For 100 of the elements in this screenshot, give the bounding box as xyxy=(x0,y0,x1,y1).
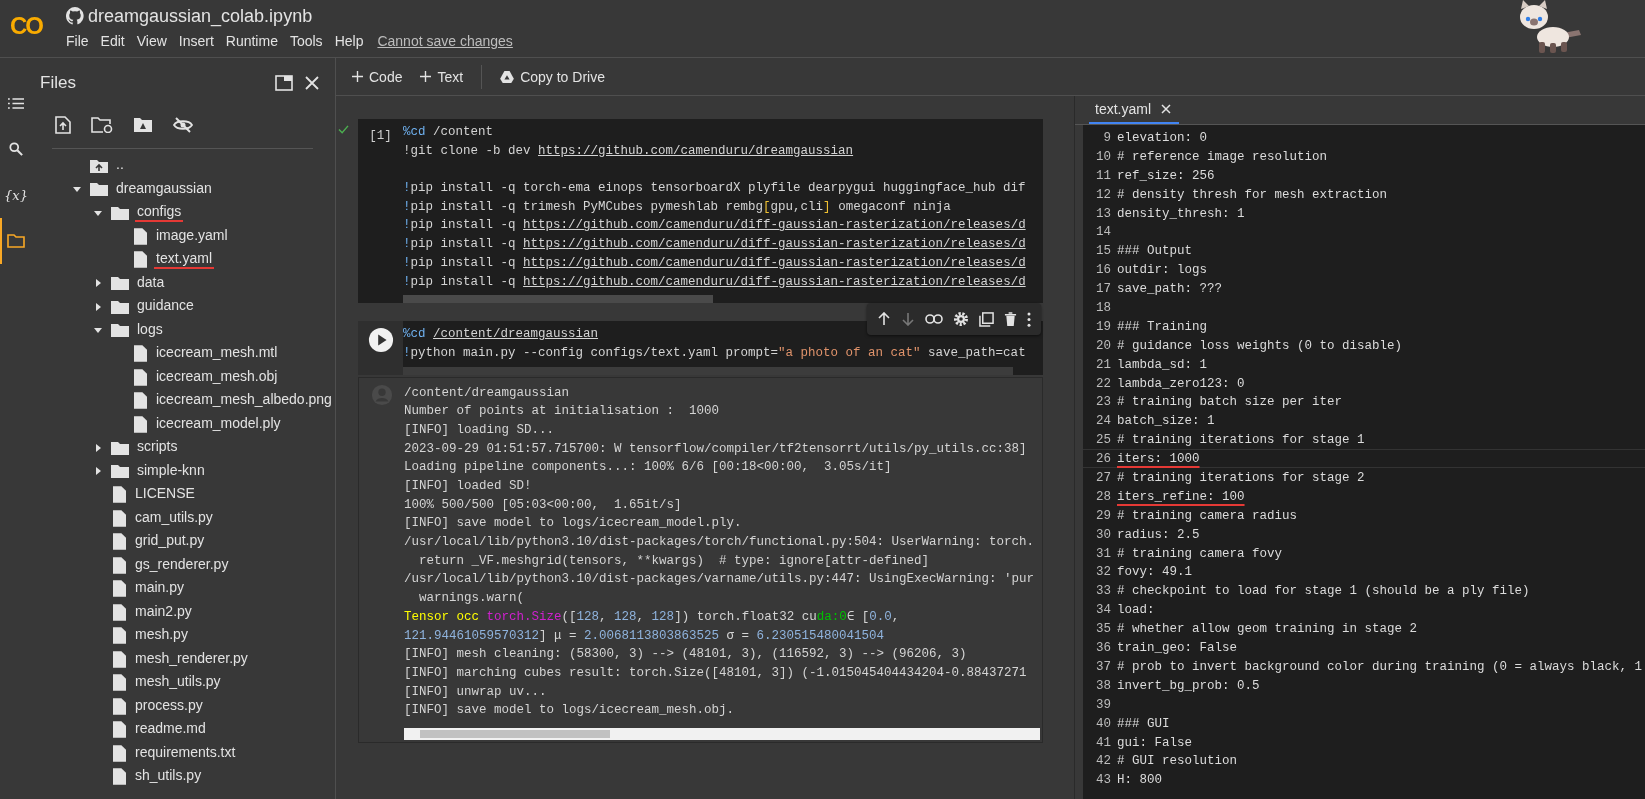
copy-icon[interactable] xyxy=(979,311,994,327)
output-line: return _VF.meshgrid(tensors, **kwargs) # type: ignore[attr-defined] xyxy=(418,552,931,570)
file-tree-item[interactable]: mesh_renderer.py xyxy=(133,649,250,669)
file-tree-item[interactable]: data xyxy=(135,273,167,293)
line-number: 21 xyxy=(1095,356,1112,373)
save-notice-link[interactable]: Cannot save changes xyxy=(377,33,513,49)
file-tree-item[interactable]: requirements.txt xyxy=(133,743,238,763)
caret-icon[interactable] xyxy=(94,302,102,311)
file-tree-item[interactable]: grid_put.py xyxy=(133,532,207,552)
folder-icon[interactable] xyxy=(7,234,25,248)
menu-icon[interactable] xyxy=(8,96,24,110)
code-line: invert_bg_prob: 0.5 xyxy=(1117,677,1260,694)
move-down-icon[interactable] xyxy=(901,312,915,327)
settings-icon[interactable] xyxy=(953,311,969,328)
caret-icon[interactable] xyxy=(94,467,102,476)
refresh-folder-icon[interactable] xyxy=(91,117,113,133)
code-line: elevation: 0 xyxy=(1117,130,1207,146)
caret-icon[interactable] xyxy=(94,279,102,288)
code-line: ### GUI xyxy=(1117,715,1170,732)
move-up-icon[interactable] xyxy=(877,312,891,327)
file-tree-item[interactable]: process.py xyxy=(133,696,205,716)
colab-logo[interactable]: CO xyxy=(10,10,52,42)
line-number: 20 xyxy=(1095,337,1112,354)
popout-icon[interactable] xyxy=(275,75,293,91)
file-tree-item[interactable]: guidance xyxy=(135,297,196,317)
variables-tab[interactable]: {x} xyxy=(4,187,28,203)
file-tree-item[interactable]: LICENSE xyxy=(133,485,197,505)
close-icon[interactable] xyxy=(1161,104,1171,114)
search-icon[interactable] xyxy=(9,142,23,156)
file-tree-item[interactable]: dreamgaussian xyxy=(114,179,214,199)
line-number: 19 xyxy=(1095,318,1112,335)
add-cell-button[interactable]: Text xyxy=(414,63,470,90)
caret-icon[interactable] xyxy=(94,326,102,335)
drive-folder-icon[interactable] xyxy=(133,117,153,133)
file-tree-item[interactable]: configs xyxy=(135,203,184,223)
menu-item[interactable]: Insert xyxy=(178,33,214,49)
file-tree-item[interactable]: icecream_mesh.mtl xyxy=(154,344,280,364)
file-tree-item[interactable]: logs xyxy=(135,320,165,340)
file-tree-item[interactable]: icecream_mesh.obj xyxy=(154,367,280,387)
output-line: [INFO] loading SD... xyxy=(404,421,556,439)
drive-icon xyxy=(500,70,515,83)
file-tree-item[interactable]: cam_utils.py xyxy=(133,508,215,528)
output-line: 121.94461059570312] μ = 2.0068113803863525 σ = 6.230515480041504 xyxy=(404,627,886,645)
code-line: ref_size: 256 xyxy=(1117,167,1215,184)
horizontal-scrollbar[interactable] xyxy=(404,727,1040,740)
file-tree-item[interactable]: scripts xyxy=(135,438,180,458)
file-tree-item[interactable]: mesh.py xyxy=(133,626,190,646)
hidden-eye-icon[interactable] xyxy=(173,117,193,133)
link-icon[interactable] xyxy=(925,314,943,325)
file-tree-item[interactable]: text.yaml xyxy=(154,250,214,270)
line-number: 22 xyxy=(1095,375,1112,392)
caret-icon[interactable] xyxy=(94,443,102,452)
menu-item[interactable]: View xyxy=(136,33,167,49)
file-tree-item[interactable]: readme.md xyxy=(133,720,208,740)
delete-icon[interactable] xyxy=(1004,311,1017,327)
file-icon xyxy=(113,744,126,762)
file-tree-item[interactable]: simple-knn xyxy=(135,461,207,481)
code-line: !pip install -q https://github.com/camenduru/diff-gaussian-rasterization/releases/d xyxy=(403,254,1027,272)
file-icon xyxy=(113,697,126,715)
upload-icon[interactable] xyxy=(55,116,71,134)
menu-item[interactable]: Tools xyxy=(289,33,323,49)
horizontal-scrollbar[interactable] xyxy=(403,366,1013,375)
file-icon xyxy=(113,509,126,527)
code-line: ### Training xyxy=(1117,318,1207,335)
close-icon[interactable] xyxy=(305,76,319,90)
run-button[interactable] xyxy=(367,327,394,354)
more-icon[interactable] xyxy=(1027,311,1031,327)
file-tree-item[interactable]: sh_utils.py xyxy=(133,767,204,787)
menu-item[interactable]: Edit xyxy=(100,33,125,49)
code-line: # whether allow geom training in stage 2 xyxy=(1117,621,1418,638)
menu-item[interactable]: Runtime xyxy=(225,33,278,49)
line-number: 14 xyxy=(1095,224,1112,241)
file-tree-item[interactable]: icecream_mesh_albedo.png xyxy=(154,391,334,411)
add-cell-button[interactable]: Code xyxy=(346,63,409,90)
file-tree-item[interactable]: image.yaml xyxy=(154,226,230,246)
file-icon xyxy=(113,580,126,598)
output-line: [INFO] save model to logs/icecream_model.ply. xyxy=(404,515,743,533)
output-line: [INFO] unwrap uv... xyxy=(404,683,548,701)
code-line: # training iterations for stage 1 xyxy=(1117,432,1365,449)
line-number: 40 xyxy=(1095,715,1112,732)
file-tree-item[interactable]: .. xyxy=(114,156,126,176)
line-number: 31 xyxy=(1095,545,1112,562)
file-tree-item[interactable]: icecream_model.ply xyxy=(154,414,283,434)
file-tree-item[interactable]: main2.py xyxy=(133,602,194,622)
file-tree-item[interactable]: main.py xyxy=(133,579,187,599)
line-number: 15 xyxy=(1095,243,1112,260)
file-tree-item[interactable]: mesh_utils.py xyxy=(133,673,223,693)
notebook-title[interactable]: dreamgaussian_colab.ipynb xyxy=(88,5,313,27)
horizontal-scrollbar[interactable] xyxy=(403,295,713,304)
caret-icon[interactable] xyxy=(94,208,102,217)
menu-item[interactable]: Help xyxy=(334,33,364,49)
code-line: !python main.py --config configs/text.yaml prompt="a photo of an cat" save_path=cat xyxy=(403,344,1027,362)
file-icon xyxy=(134,227,147,245)
caret-icon[interactable] xyxy=(73,185,81,194)
line-number: 35 xyxy=(1095,621,1112,638)
file-icon xyxy=(113,533,126,551)
menu-item[interactable]: File xyxy=(66,33,89,49)
file-tree-item[interactable]: gs_renderer.py xyxy=(133,555,231,575)
copy-to-drive-button[interactable]: Copy to Drive xyxy=(494,63,611,90)
folder-icon xyxy=(111,440,129,455)
